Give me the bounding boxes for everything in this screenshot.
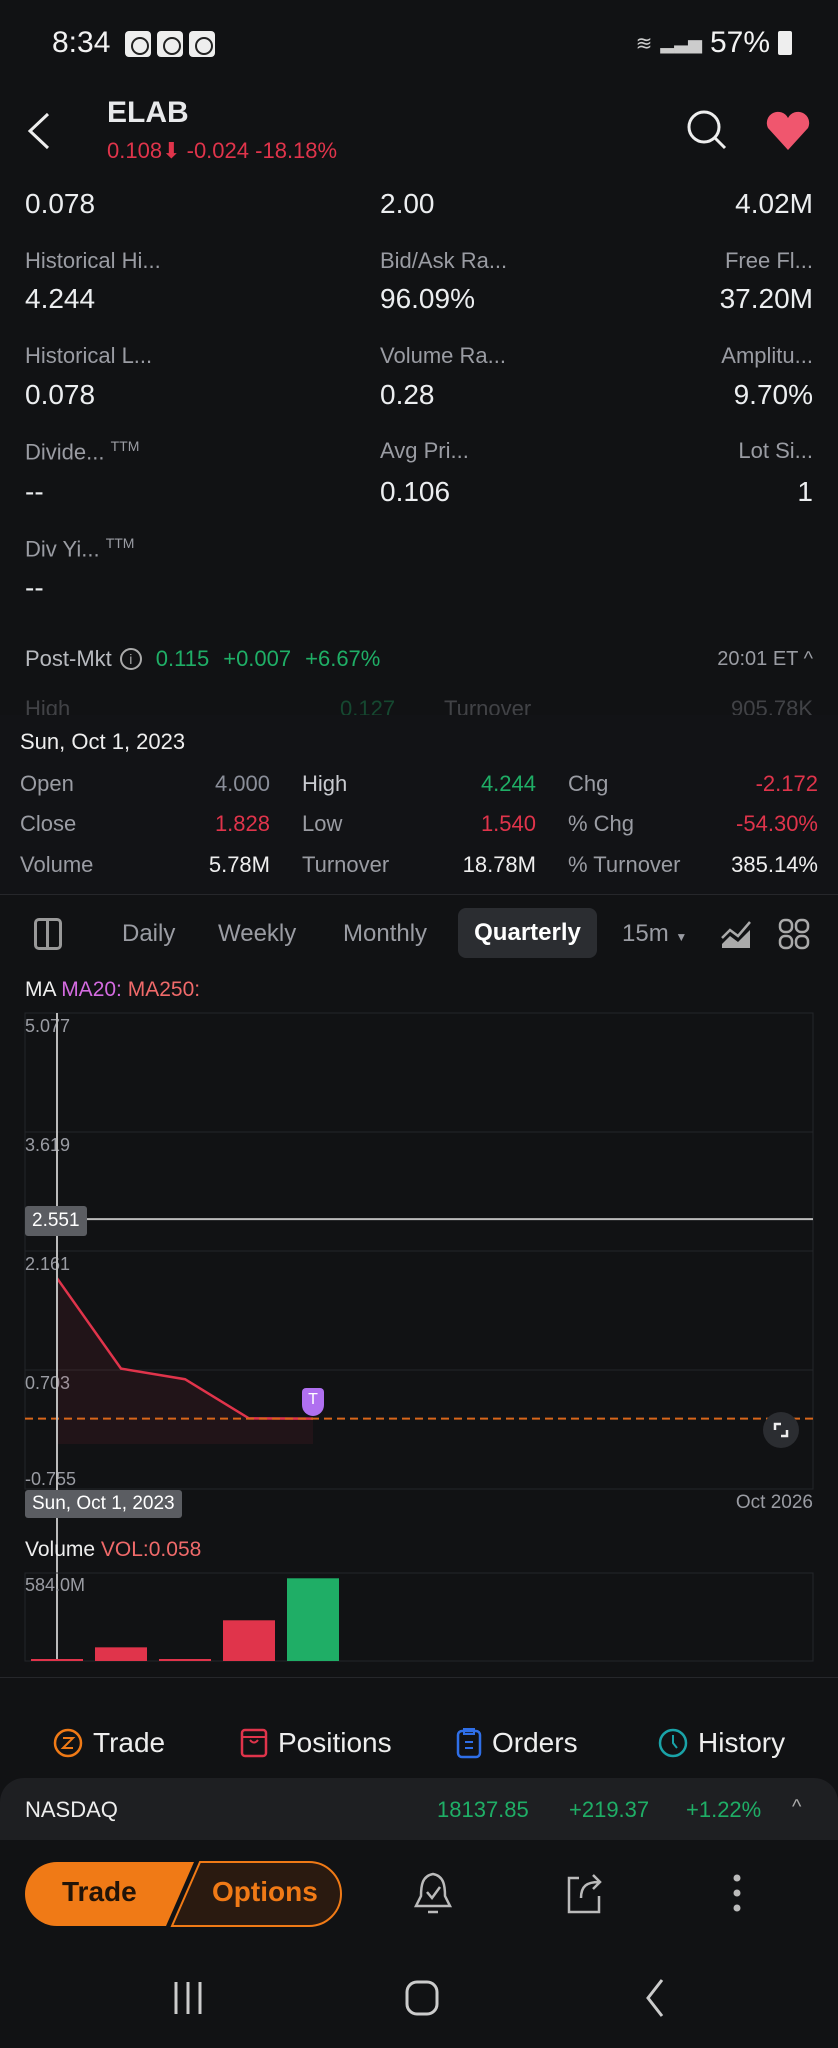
y-tick-label: 5.077 — [25, 1016, 70, 1036]
index-change: +219.37 — [569, 1797, 650, 1822]
volume-bar — [95, 1647, 147, 1661]
index-change-pct: +1.22% — [686, 1797, 762, 1822]
index-ticker-bar[interactable]: NASDAQ 18137.85 +219.37 +1.22% ^ — [0, 1778, 838, 1840]
tab-label: Orders — [492, 1727, 578, 1758]
tab-label: Trade — [93, 1727, 166, 1758]
y-tick-label: -0.755 — [25, 1469, 76, 1489]
volume-title: Volume — [25, 1538, 96, 1561]
volume-bar — [159, 1659, 211, 1661]
more-options-icon[interactable] — [725, 1870, 749, 1916]
tab-label: Positions — [278, 1727, 392, 1758]
volume-bar — [223, 1620, 275, 1661]
price-alert-bell-icon[interactable] — [412, 1870, 454, 1918]
tab-trade[interactable]: Trade — [53, 1727, 165, 1759]
trade-icon — [53, 1728, 83, 1758]
volume-legend: Volume VOL:0.058 — [25, 1538, 201, 1562]
tab-orders[interactable]: Orders — [456, 1727, 578, 1759]
trade-marker[interactable]: T — [302, 1388, 324, 1416]
volume-bar — [31, 1659, 83, 1661]
volume-max-label: 584.0M — [25, 1575, 86, 1595]
trade-button[interactable]: Trade — [62, 1876, 137, 1908]
nav-back-icon[interactable] — [640, 1976, 670, 2020]
expand-icon[interactable] — [763, 1412, 799, 1448]
index-value: 18137.85 — [437, 1797, 529, 1822]
options-button[interactable]: Options — [212, 1876, 318, 1908]
recent-apps-icon[interactable] — [170, 1978, 206, 2018]
home-icon[interactable] — [402, 1976, 442, 2020]
volume-indicator: VOL:0.058 — [100, 1538, 202, 1561]
positions-icon — [240, 1728, 268, 1758]
crosshair-price-label: 2.551 — [25, 1206, 87, 1236]
chevron-up-icon[interactable]: ^ — [792, 1796, 801, 1819]
y-tick-label: 2.161 — [25, 1254, 70, 1274]
volume-bar — [287, 1578, 339, 1661]
index-name: NASDAQ — [25, 1797, 118, 1822]
tab-label: History — [698, 1727, 786, 1758]
tab-history[interactable]: History — [658, 1727, 785, 1759]
y-tick-label: 3.619 — [25, 1135, 70, 1155]
history-clock-icon — [658, 1728, 688, 1758]
x-axis-end-label: Oct 2026 — [735, 1492, 813, 1513]
divider — [0, 1677, 838, 1678]
tab-positions[interactable]: Positions — [240, 1727, 392, 1759]
orders-icon — [456, 1728, 482, 1759]
price-chart[interactable]: 5.0773.6192.1610.703-0.755 — [0, 0, 838, 1700]
crosshair-date-label: Sun, Oct 1, 2023 — [25, 1490, 182, 1518]
share-icon[interactable] — [565, 1870, 605, 1916]
